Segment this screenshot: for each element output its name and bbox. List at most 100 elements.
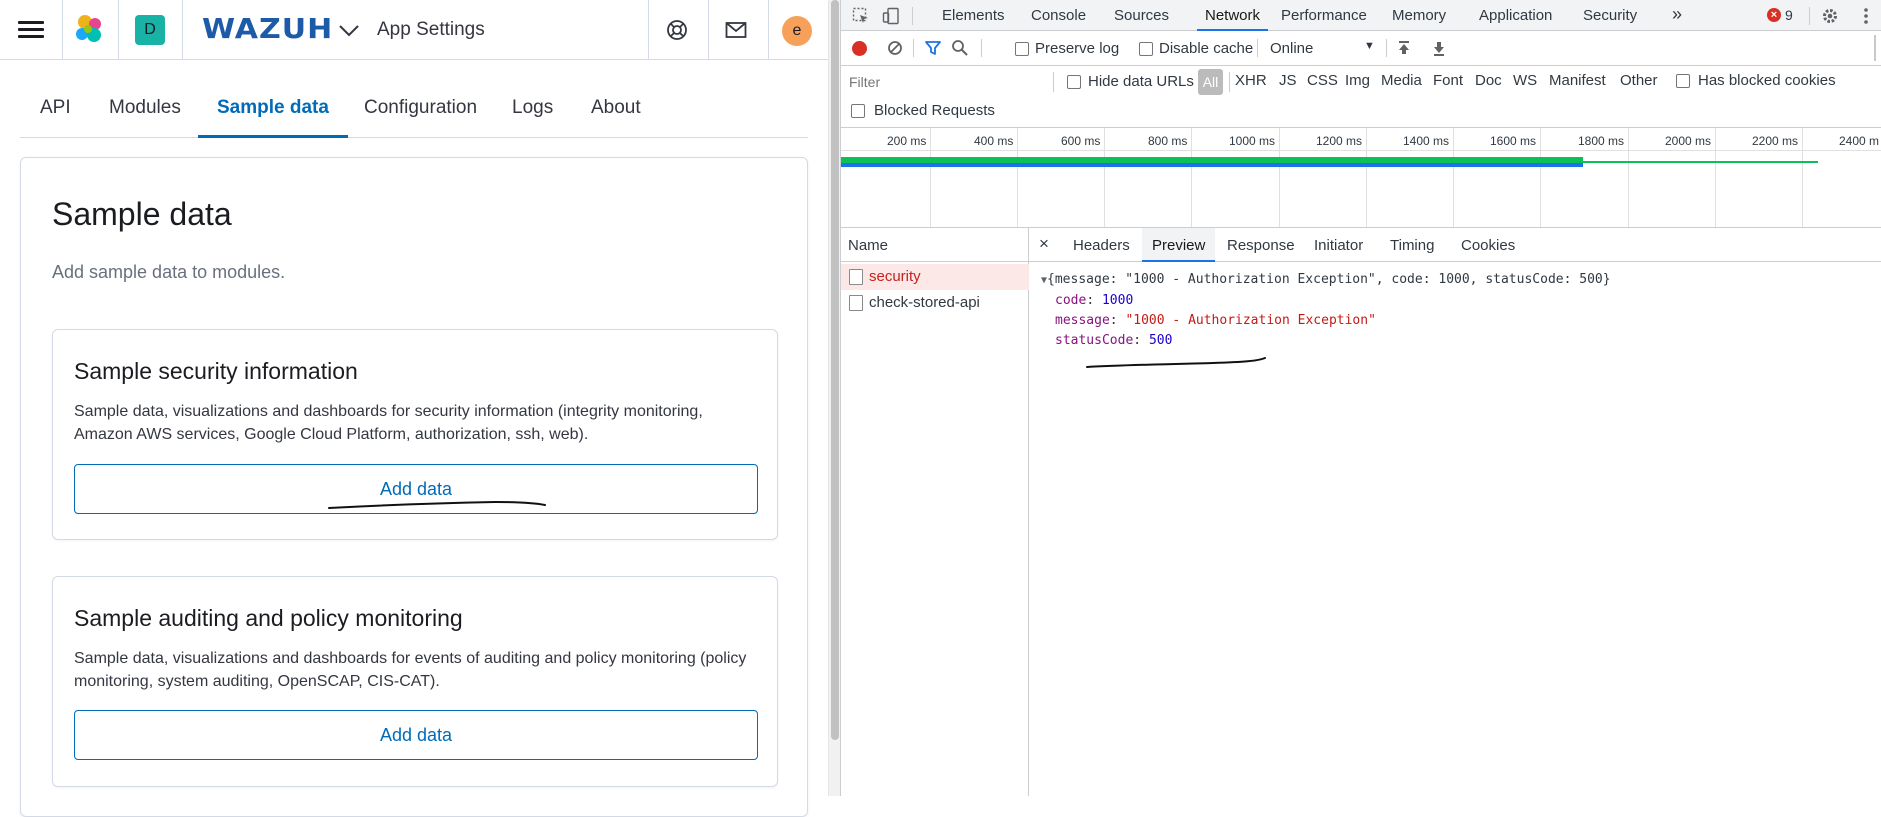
- close-icon[interactable]: ×: [1039, 228, 1049, 262]
- timeline-tick: 600 ms: [1061, 134, 1101, 148]
- card-description: Sample data, visualizations and dashboar…: [74, 650, 747, 690]
- type-filter-ws[interactable]: WS: [1513, 72, 1537, 89]
- scrollbar[interactable]: [828, 0, 840, 796]
- device-toolbar-icon[interactable]: [881, 6, 901, 26]
- help-icon[interactable]: [663, 16, 691, 44]
- json-preview: ▼{message: "1000 - Authorization Excepti…: [1041, 270, 1611, 351]
- blocked-requests-label: Blocked Requests: [874, 102, 995, 119]
- filter-input[interactable]: [845, 70, 1050, 94]
- throttling-select[interactable]: Online ▼: [1270, 40, 1376, 57]
- chevron-down-icon[interactable]: [338, 20, 360, 40]
- devtools-tab-application[interactable]: Application: [1479, 0, 1552, 31]
- elastic-logo[interactable]: [73, 13, 105, 45]
- card-description: Sample data, visualizations and dashboar…: [74, 403, 703, 443]
- upload-icon[interactable]: [1394, 38, 1414, 58]
- hide-data-urls-checkbox[interactable]: [1067, 75, 1081, 89]
- timeline-bar-blue: [841, 163, 1583, 167]
- type-filter-font[interactable]: Font: [1433, 72, 1463, 89]
- devtools-tab-memory[interactable]: Memory: [1392, 0, 1446, 31]
- mail-icon[interactable]: [722, 16, 750, 44]
- timeline-tick: 1800 ms: [1578, 134, 1625, 148]
- preview-prop-code: code: 1000: [1055, 293, 1134, 308]
- timeline-tick: 2000 ms: [1665, 134, 1712, 148]
- devtools-tab-sources[interactable]: Sources: [1114, 0, 1169, 31]
- record-icon[interactable]: [852, 41, 867, 56]
- panel-title: Sample data: [52, 196, 232, 232]
- type-filter-img[interactable]: Img: [1345, 72, 1370, 89]
- settings-tabs: API Modules Sample data Configuration Lo…: [20, 80, 808, 138]
- inspect-icon[interactable]: [851, 6, 871, 26]
- detail-tab-initiator[interactable]: Initiator: [1314, 228, 1363, 262]
- scrollbar-thumb[interactable]: [831, 0, 839, 740]
- devtools-tab-performance[interactable]: Performance: [1281, 0, 1367, 31]
- error-count[interactable]: 9: [1785, 7, 1793, 23]
- hide-data-urls-label: Hide data URLs: [1088, 73, 1194, 90]
- devtools-tab-network[interactable]: Network: [1197, 0, 1269, 31]
- blocked-requests-checkbox[interactable]: [851, 104, 865, 118]
- preview-prop-statuscode: statusCode: 500: [1055, 333, 1173, 348]
- detail-tab-timing[interactable]: Timing: [1390, 228, 1434, 262]
- devtools-tab-elements[interactable]: Elements: [942, 0, 1005, 31]
- devtools-tab-console[interactable]: Console: [1031, 0, 1086, 31]
- add-data-button[interactable]: Add data: [74, 710, 758, 760]
- menu-icon[interactable]: [18, 18, 44, 40]
- timeline-tick: 1400 ms: [1403, 134, 1450, 148]
- request-row-check-stored-api[interactable]: check-stored-api: [841, 290, 1029, 316]
- detail-tab-headers[interactable]: Headers: [1073, 228, 1130, 262]
- timeline-tick: 800 ms: [1148, 134, 1188, 148]
- network-filterbar: Hide data URLs All XHR JS CSS Img Media …: [841, 66, 1881, 128]
- detail-tab-cookies[interactable]: Cookies: [1461, 228, 1515, 262]
- type-filter-doc[interactable]: Doc: [1475, 72, 1502, 89]
- type-filter-js[interactable]: JS: [1279, 72, 1297, 89]
- tab-api[interactable]: API: [40, 80, 71, 138]
- detail-tab-preview[interactable]: Preview: [1142, 228, 1216, 262]
- devtools-tab-security[interactable]: Security: [1583, 0, 1637, 31]
- kebab-menu-icon[interactable]: [1856, 6, 1876, 26]
- wazuh-logo[interactable]: WAZUH: [202, 13, 333, 45]
- wazuh-app: D WAZUH App Settings e API Modules Sampl…: [0, 0, 828, 817]
- preview-summary: {message: "1000 - Authorization Exceptio…: [1047, 272, 1611, 287]
- tab-about[interactable]: About: [591, 80, 641, 138]
- timeline-tick: 1600 ms: [1490, 134, 1537, 148]
- type-filter-other[interactable]: Other: [1620, 72, 1658, 89]
- error-icon[interactable]: ×: [1767, 8, 1781, 22]
- has-blocked-cookies-checkbox[interactable]: [1676, 74, 1690, 88]
- detail-tab-response[interactable]: Response: [1227, 228, 1295, 262]
- clear-icon[interactable]: [885, 38, 905, 58]
- type-filter-css[interactable]: CSS: [1307, 72, 1338, 89]
- tab-configuration[interactable]: Configuration: [364, 80, 477, 138]
- timeline-bar-green-tail: [1583, 161, 1818, 163]
- type-filter-xhr[interactable]: XHR: [1235, 72, 1267, 89]
- type-filter-all[interactable]: All: [1198, 69, 1223, 95]
- preview-root-row[interactable]: ▼{message: "1000 - Authorization Excepti…: [1041, 270, 1611, 291]
- search-icon[interactable]: [950, 38, 970, 58]
- gear-icon[interactable]: [1820, 6, 1840, 26]
- tab-logs[interactable]: Logs: [512, 80, 553, 138]
- card-title: Sample auditing and policy monitoring: [74, 605, 463, 631]
- page-title: App Settings: [377, 19, 485, 40]
- timeline-tick: 1000 ms: [1229, 134, 1276, 148]
- tab-sample-data[interactable]: Sample data: [198, 80, 348, 138]
- request-name: check-stored-api: [869, 294, 980, 311]
- disable-cache-checkbox[interactable]: [1139, 42, 1153, 56]
- type-filter-media[interactable]: Media: [1381, 72, 1422, 89]
- filter-icon[interactable]: [923, 38, 943, 58]
- network-timeline[interactable]: 200 ms 400 ms 600 ms 800 ms 1000 ms 1200…: [841, 128, 1881, 228]
- preserve-log-checkbox[interactable]: [1015, 42, 1029, 56]
- request-row-security[interactable]: security: [841, 264, 1029, 290]
- more-tabs-button[interactable]: »: [1672, 0, 1682, 31]
- space-avatar[interactable]: D: [135, 15, 165, 45]
- card-auditing: Sample auditing and policy monitoring Sa…: [52, 576, 778, 787]
- avatar[interactable]: e: [782, 16, 812, 46]
- timeline-tick: 200 ms: [887, 134, 927, 148]
- preview-prop-message: message: "1000 - Authorization Exception…: [1055, 313, 1376, 328]
- card-title: Sample security information: [74, 358, 358, 384]
- type-filter-manifest[interactable]: Manifest: [1549, 72, 1606, 89]
- timeline-tick: 2200 ms: [1752, 134, 1799, 148]
- download-icon[interactable]: [1429, 38, 1449, 58]
- preserve-log-label: Preserve log: [1035, 40, 1120, 57]
- add-data-button[interactable]: Add data: [74, 464, 758, 514]
- name-column-header[interactable]: Name: [841, 228, 1029, 262]
- request-name: security: [869, 268, 921, 285]
- tab-modules[interactable]: Modules: [109, 80, 181, 138]
